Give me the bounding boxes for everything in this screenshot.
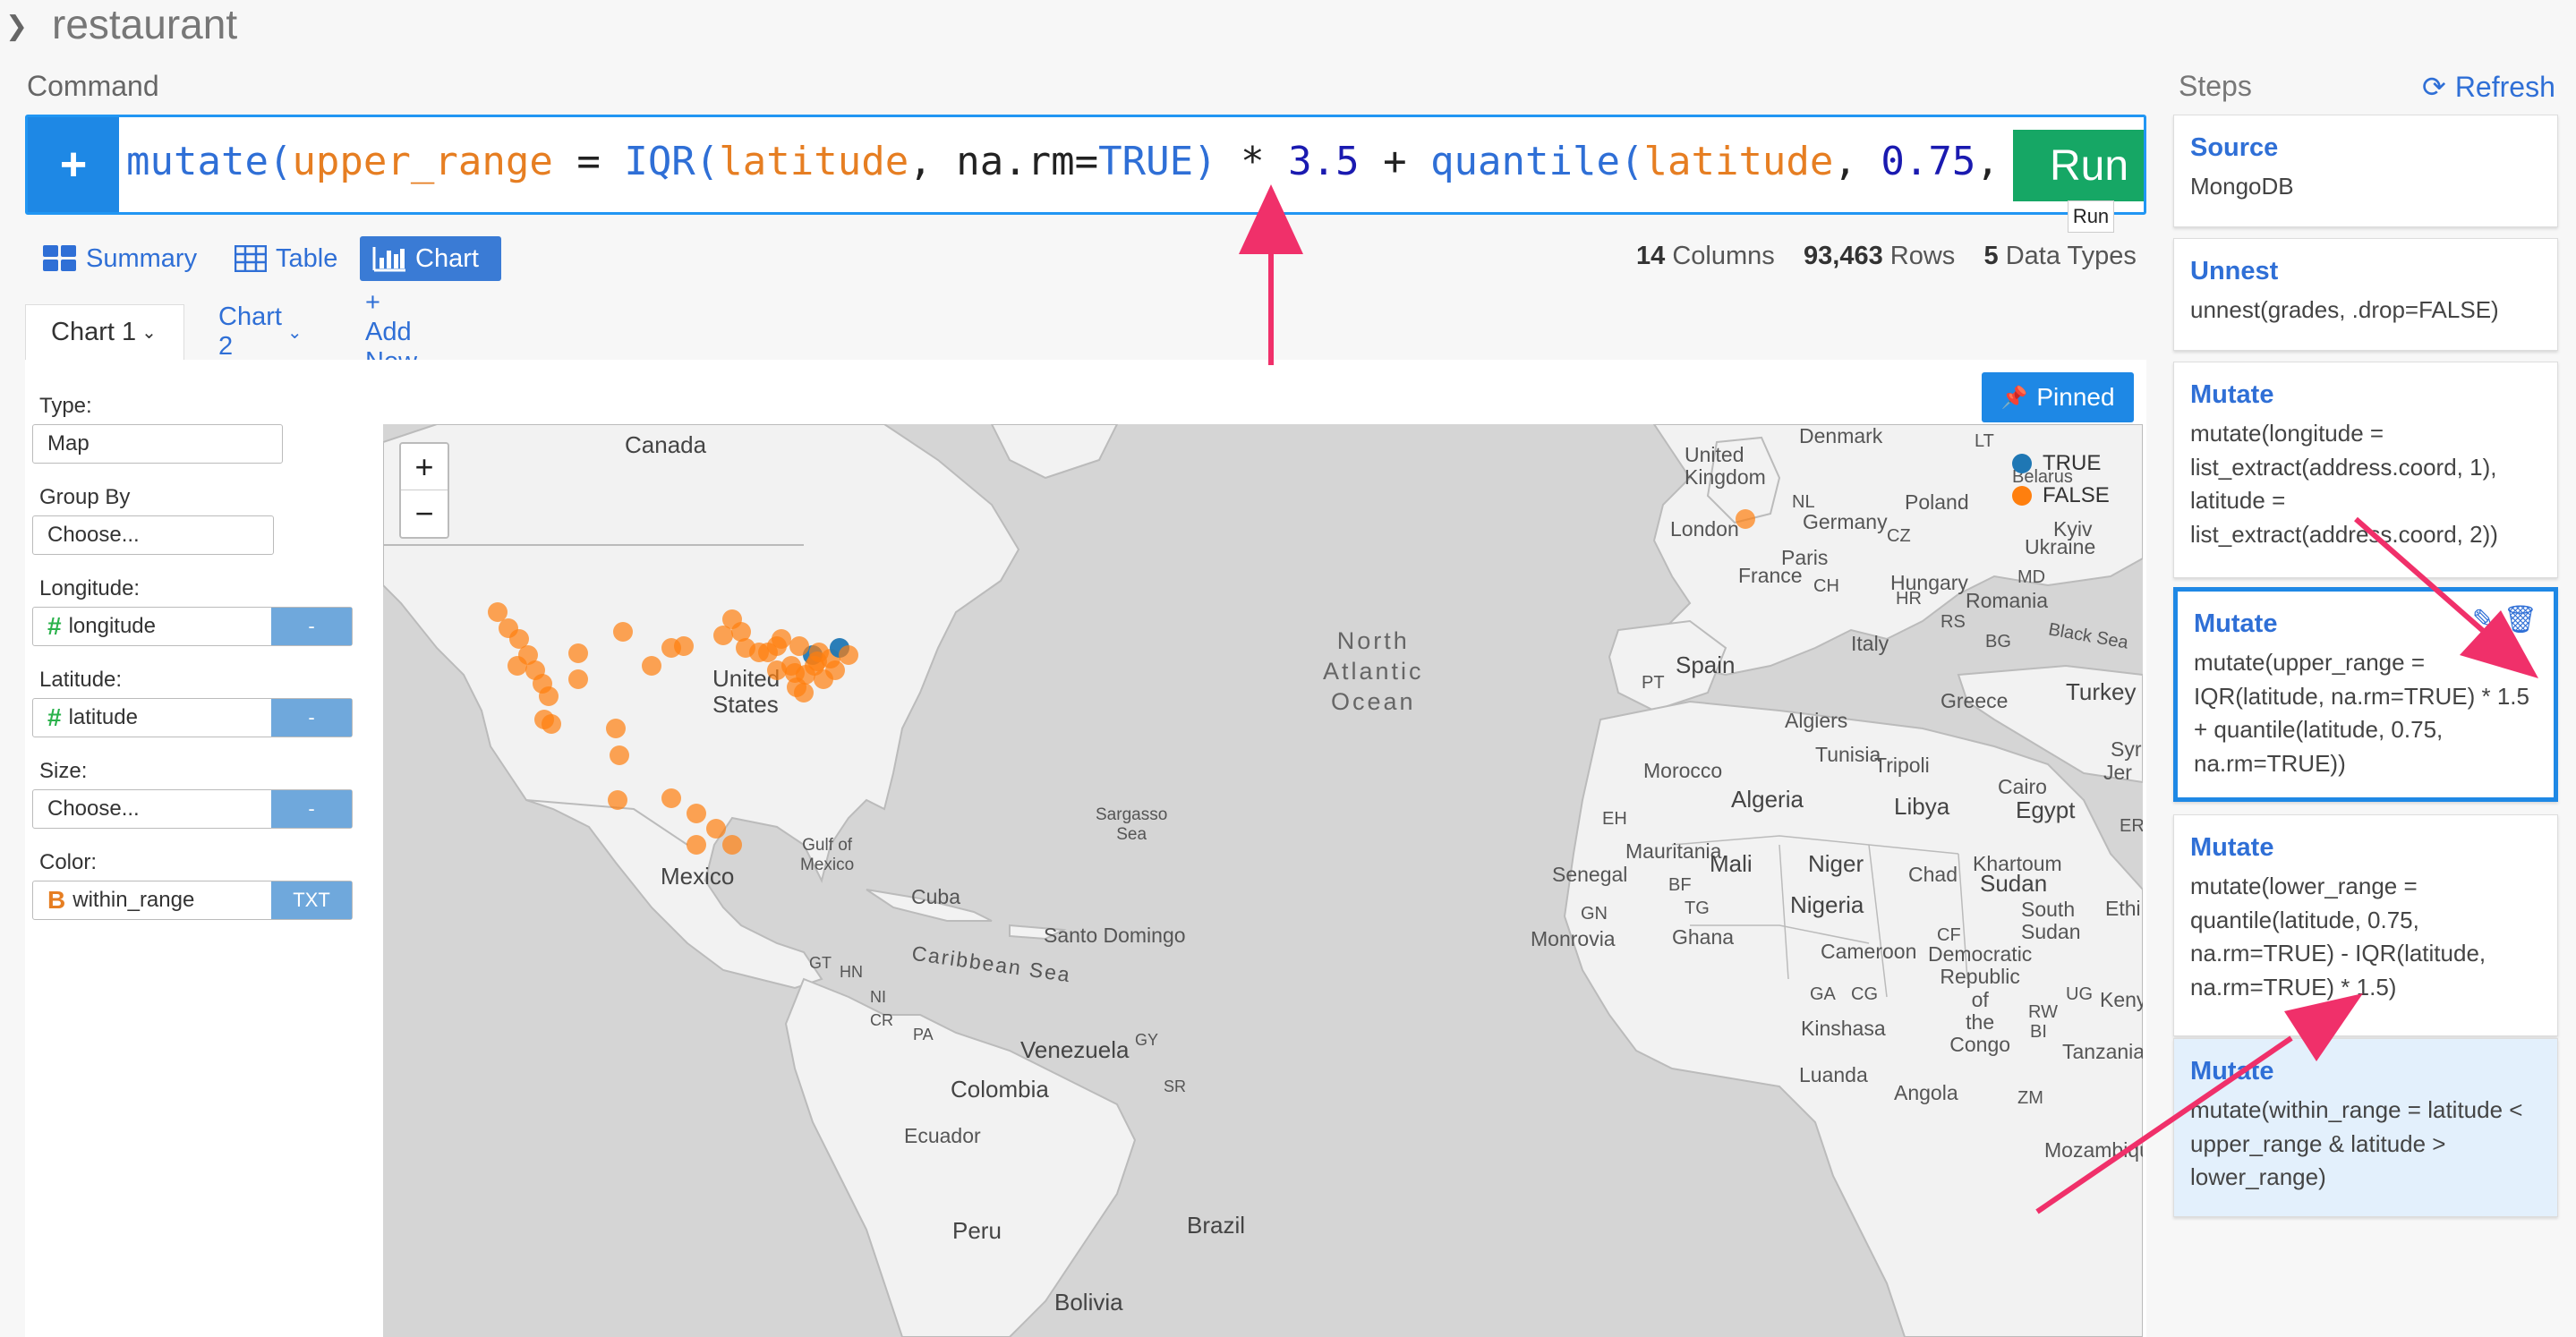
annotation-arrow (1239, 184, 1303, 365)
annotation-arrow (2354, 516, 2538, 678)
annotation-arrows (1239, 184, 2538, 1214)
annotation-arrow (2035, 993, 2363, 1214)
